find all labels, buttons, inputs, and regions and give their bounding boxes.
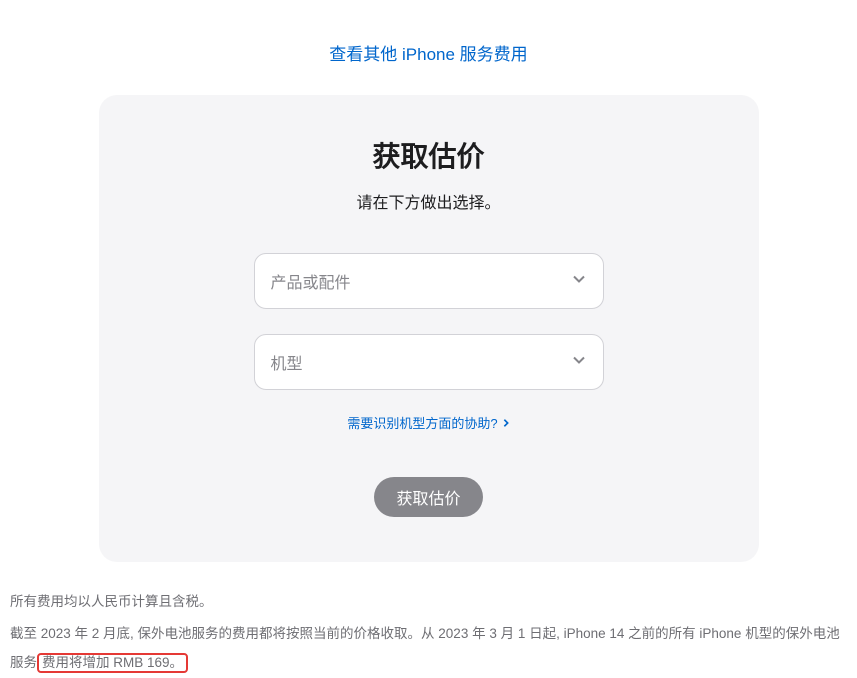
other-service-fees-link[interactable]: 查看其他 iPhone 服务费用 bbox=[329, 45, 527, 64]
get-estimate-button[interactable]: 获取估价 bbox=[374, 477, 482, 517]
card-title: 获取估价 bbox=[159, 135, 699, 175]
help-link-label: 需要识别机型方面的协助? bbox=[347, 413, 497, 432]
chevron-right-icon bbox=[502, 418, 510, 428]
price-increase-highlight: 费用将增加 RMB 169。 bbox=[37, 653, 188, 673]
estimate-card: 获取估价 请在下方做出选择。 产品或配件 机型 需要识别机型方面的协助? 获取估… bbox=[99, 95, 759, 562]
footer-line-1: 所有费用均以人民币计算且含税。 bbox=[10, 587, 847, 617]
footer-line-2: 截至 2023 年 2 月底, 保外电池服务的费用都将按照当前的价格收取。从 2… bbox=[10, 619, 847, 678]
model-select[interactable]: 机型 bbox=[254, 334, 604, 390]
footer-notes: 所有费用均以人民币计算且含税。 截至 2023 年 2 月底, 保外电池服务的费… bbox=[0, 562, 857, 678]
card-subtitle: 请在下方做出选择。 bbox=[159, 189, 699, 213]
product-select[interactable]: 产品或配件 bbox=[254, 253, 604, 309]
identify-model-help-link[interactable]: 需要识别机型方面的协助? bbox=[347, 413, 509, 432]
